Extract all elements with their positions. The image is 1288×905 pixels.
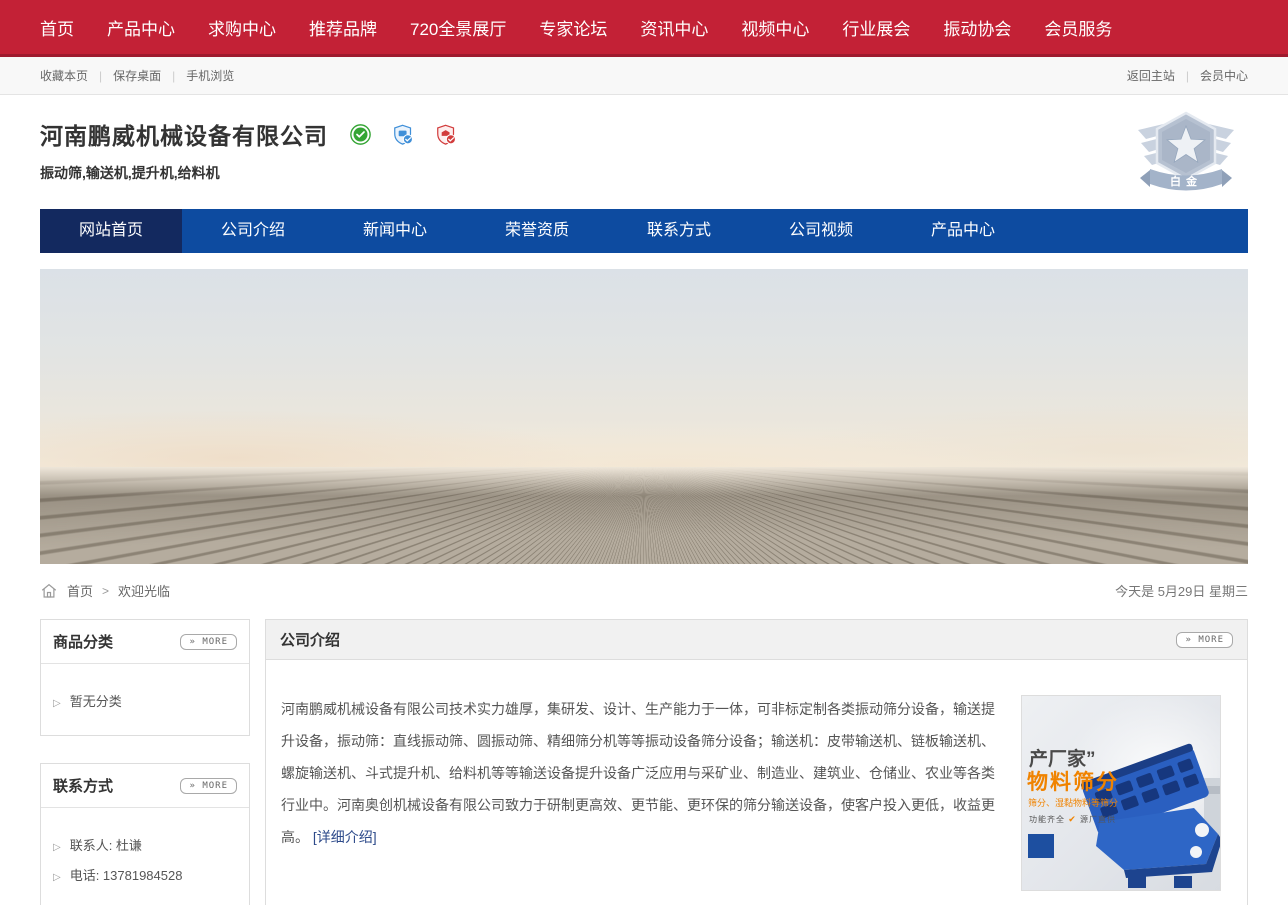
contact-box: 联系方式 » MORE ▷ 联系人: 杜谦 ▷ 电话: 13781984528 <box>40 763 250 905</box>
utility-right: 返回主站 | 会员中心 <box>1127 67 1248 84</box>
ad-feature-line: 功能齐全 ✔ 源厂直供 <box>1029 814 1116 825</box>
utility-bar: 收藏本页 | 保存桌面 | 手机浏览 返回主站 | 会员中心 <box>0 57 1288 95</box>
sitenav-item-home[interactable]: 网站首页 <box>40 209 182 253</box>
red-shield-cert-icon <box>436 124 457 145</box>
company-intro-panel: 公司介绍 » MORE <box>265 619 1248 905</box>
contact-phone-label: 电话: 13781984528 <box>70 868 183 883</box>
sitenav-item-news[interactable]: 新闻中心 <box>324 209 466 253</box>
company-intro-title: 公司介绍 <box>280 629 340 650</box>
topnav-item[interactable]: 资讯中心 <box>640 15 708 40</box>
ad-feature-2: 源厂直供 <box>1080 815 1116 824</box>
breadcrumb: 首页 > 欢迎光临 <box>40 581 170 600</box>
breadcrumb-current: 欢迎光临 <box>118 581 170 600</box>
triangle-bullet-icon: ▷ <box>53 872 61 883</box>
topnav-item[interactable]: 推荐品牌 <box>309 15 377 40</box>
blue-shield-cert-icon <box>393 124 414 145</box>
divider: | <box>1186 69 1189 83</box>
breadcrumb-row: 首页 > 欢迎光临 今天是 5月29日 星期三 <box>40 564 1248 613</box>
platinum-medal-badge: 白金 <box>1136 107 1236 199</box>
company-intro-header: 公司介绍 » MORE <box>266 620 1247 660</box>
sitenav-item-about[interactable]: 公司介绍 <box>182 209 324 253</box>
mobile-view-link[interactable]: 手机浏览 <box>186 69 234 83</box>
intro-more-button[interactable]: » MORE <box>1176 632 1233 648</box>
triangle-bullet-icon: ▷ <box>53 842 61 853</box>
breadcrumb-home-link[interactable]: 首页 <box>67 581 93 600</box>
hero-banner-image <box>40 269 1248 564</box>
detail-intro-link[interactable]: [详细介绍] <box>313 829 377 845</box>
topnav-item[interactable]: 专家论坛 <box>539 15 607 40</box>
check-icon: ✔ <box>1068 814 1077 824</box>
ad-headline-orange: 物料筛分 <box>1027 766 1119 796</box>
triangle-bullet-icon: ▷ <box>53 698 61 709</box>
divider: | <box>99 69 102 83</box>
topnav-item[interactable]: 求购中心 <box>208 15 276 40</box>
utility-left: 收藏本页 | 保存桌面 | 手机浏览 <box>40 67 234 84</box>
company-tagline: 振动筛,输送机,提升机,给料机 <box>40 163 457 183</box>
contact-more-button[interactable]: » MORE <box>180 778 237 794</box>
topnav-item[interactable]: 首页 <box>40 15 74 40</box>
topnav-item[interactable]: 产品中心 <box>107 15 175 40</box>
company-identity: 河南鹏威机械设备有限公司 振动筛,输送机,提升机,给料机 <box>40 107 457 183</box>
sitenav-item-video[interactable]: 公司视频 <box>750 209 892 253</box>
ad-feature-1: 功能齐全 <box>1029 815 1065 824</box>
sitenav-item-products[interactable]: 产品中心 <box>892 209 1034 253</box>
company-intro-text: 河南鹏威机械设备有限公司技术实力雄厚，集研发、设计、生产能力于一体，可非标定制各… <box>281 701 995 845</box>
verified-check-icon <box>350 124 371 145</box>
ad-blue-button[interactable] <box>1028 834 1054 858</box>
sidebar: 商品分类 » MORE ▷ 暂无分类 联系方式 » MORE ▷ 联系人: 杜谦 ▷… <box>40 619 250 905</box>
contact-person-label: 联系人: 杜谦 <box>70 838 142 853</box>
medal-label: 白金 <box>1170 174 1202 188</box>
topnav-item[interactable]: 会员服务 <box>1044 15 1112 40</box>
banner-wood-floor <box>40 467 1248 564</box>
site-nav: 网站首页 公司介绍 新闻中心 荣誉资质 联系方式 公司视频 产品中心 <box>40 209 1248 253</box>
category-item-label: 暂无分类 <box>70 694 122 709</box>
contact-phone-item: ▷ 电话: 13781984528 <box>53 865 237 884</box>
product-ad-image[interactable]: 产厂家” 物料筛分 筛分、湿黏物料等筛分 功能齐全 ✔ 源厂直供 <box>1021 695 1221 891</box>
top-nav: 首页 产品中心 求购中心 推荐品牌 720全景展厅 专家论坛 资讯中心 视频中心… <box>0 0 1288 57</box>
member-center-link[interactable]: 会员中心 <box>1200 69 1248 83</box>
contact-box-body: ▷ 联系人: 杜谦 ▷ 电话: 13781984528 <box>41 808 249 905</box>
sitenav-item-honors[interactable]: 荣誉资质 <box>466 209 608 253</box>
sitenav-item-contact[interactable]: 联系方式 <box>608 209 750 253</box>
company-intro-body: 产厂家” 物料筛分 筛分、湿黏物料等筛分 功能齐全 ✔ 源厂直供 河南鹏威机械设… <box>266 660 1247 905</box>
category-box-body: ▷ 暂无分类 <box>41 664 249 735</box>
topnav-item[interactable]: 视频中心 <box>741 15 809 40</box>
home-icon[interactable] <box>40 582 58 600</box>
category-item-none[interactable]: ▷ 暂无分类 <box>53 691 237 710</box>
topnav-item[interactable]: 振动协会 <box>943 15 1011 40</box>
save-desktop-link[interactable]: 保存桌面 <box>113 69 161 83</box>
contact-box-header: 联系方式 » MORE <box>41 764 249 808</box>
divider: | <box>172 69 175 83</box>
company-header: 河南鹏威机械设备有限公司 振动筛,输送机,提升机,给料机 <box>0 95 1288 207</box>
topnav-item[interactable]: 720全景展厅 <box>410 15 506 40</box>
today-date-text: 今天是 5月29日 星期三 <box>1115 581 1248 600</box>
banner-sky <box>40 269 1248 470</box>
category-box-title: 商品分类 <box>53 631 113 652</box>
category-more-button[interactable]: » MORE <box>180 634 237 650</box>
breadcrumb-separator: > <box>102 584 109 598</box>
category-box: 商品分类 » MORE ▷ 暂无分类 <box>40 619 250 736</box>
contact-box-title: 联系方式 <box>53 775 113 796</box>
category-box-header: 商品分类 » MORE <box>41 620 249 664</box>
topnav-item[interactable]: 行业展会 <box>842 15 910 40</box>
content-area: 商品分类 » MORE ▷ 暂无分类 联系方式 » MORE ▷ 联系人: 杜谦 ▷… <box>40 619 1248 905</box>
contact-person-item: ▷ 联系人: 杜谦 <box>53 835 237 854</box>
ad-subline: 筛分、湿黏物料等筛分 <box>1028 796 1118 809</box>
company-name: 河南鹏威机械设备有限公司 <box>40 117 328 151</box>
bookmark-page-link[interactable]: 收藏本页 <box>40 69 88 83</box>
back-to-main-site-link[interactable]: 返回主站 <box>1127 69 1175 83</box>
